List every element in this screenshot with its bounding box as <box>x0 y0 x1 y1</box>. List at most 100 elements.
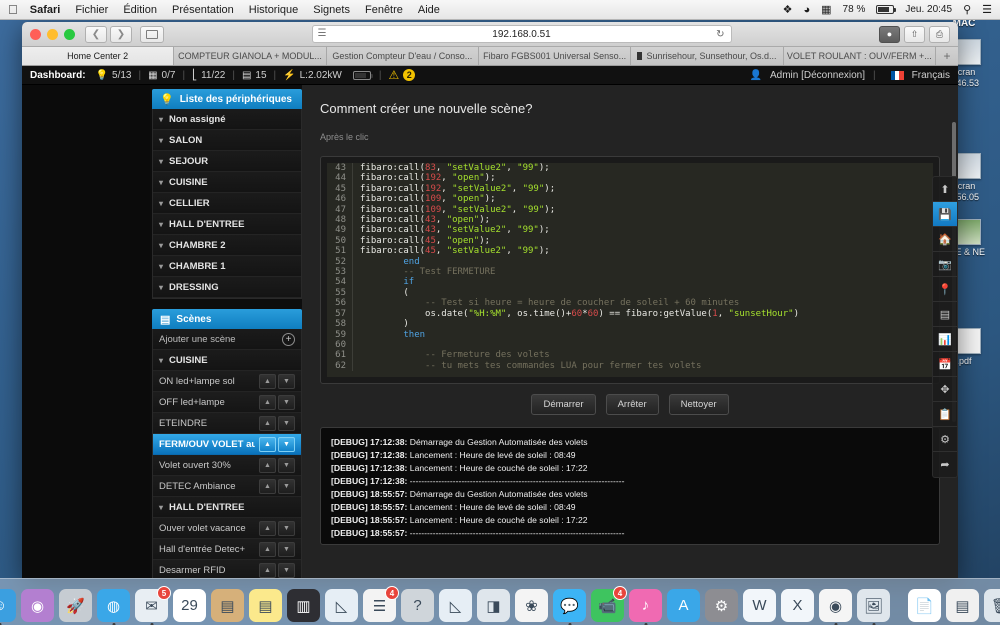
menu-item-edition[interactable]: Édition <box>123 4 157 16</box>
dock-item-document-stack[interactable]: 📄 <box>908 589 941 622</box>
dock-item-preview-doc[interactable]: ◨ <box>477 589 510 622</box>
language-label[interactable]: Français <box>912 70 950 81</box>
scene-row-off-led-lampe[interactable]: OFF led+lampe ▲ ▼ <box>153 392 301 413</box>
dock-item-keynote[interactable]: ◺ <box>325 589 358 622</box>
dock-item-numbers[interactable]: ▥ <box>287 589 320 622</box>
scene-row-volet-ouvert-30[interactable]: Volet ouvert 30% ▲ ▼ <box>153 455 301 476</box>
devices-panel-header[interactable]: 💡 Liste des périphériques <box>152 89 302 109</box>
sidebar-item-cuisine[interactable]: ▾ CUISINE <box>153 172 301 193</box>
dock-item-word[interactable]: W <box>743 589 776 622</box>
arrow-up-icon[interactable]: ▲ <box>259 457 276 473</box>
dock-item-reminders[interactable]: ☰ 4 <box>363 586 399 622</box>
dock-item-facetime[interactable]: 📹 4 <box>591 586 627 622</box>
dock-item-downloads-stack[interactable]: ▤ <box>946 589 979 622</box>
dock-item-messages[interactable]: 💬 <box>553 589 586 625</box>
forward-icon[interactable]: ❯ <box>110 25 132 43</box>
menu-item-fichier[interactable]: Fichier <box>75 4 108 16</box>
arrow-up-icon[interactable]: ▲ <box>259 373 276 389</box>
scene-icon[interactable]: ▤ <box>933 302 957 327</box>
metric-lights[interactable]: 💡 5/13 <box>96 70 132 81</box>
scene-group-hall-entree[interactable]: ▾ HALL D'ENTREE <box>153 497 301 518</box>
clipboard-check-icon[interactable]: 📋 <box>933 402 957 427</box>
menu-item-fenetre[interactable]: Fenêtre <box>365 4 403 16</box>
scene-row-eteindre[interactable]: ETEINDRE ▲ ▼ <box>153 413 301 434</box>
debug-output-panel[interactable]: [DEBUG] 17:12:38: Démarrage du Gestion A… <box>320 427 940 545</box>
arrow-up-icon[interactable]: ▲ <box>259 436 276 452</box>
dropbox-icon[interactable]: ❖ <box>783 3 793 16</box>
dock-item-trash[interactable]: 🗑 <box>984 589 1000 622</box>
arrow-up-icon[interactable]: ▲ <box>259 478 276 494</box>
sidebar-icon[interactable] <box>140 25 164 43</box>
menu-item-presentation[interactable]: Présentation <box>172 4 234 16</box>
lua-code-editor[interactable]: 43 fibaro:call(83, "setValue2", "99"); 44 f… <box>320 156 940 384</box>
metric-scenes[interactable]: ▤ 15 <box>242 70 267 81</box>
plus-circle-icon[interactable]: + <box>282 332 295 346</box>
metric-blinds[interactable]: ▦ 0/7 <box>148 70 175 81</box>
menu-item-aide[interactable]: Aide <box>418 4 440 16</box>
chart-icon[interactable]: 📊 <box>933 327 957 352</box>
share-icon[interactable]: ⇧ <box>904 25 925 43</box>
arrow-up-icon[interactable]: ⬆ <box>933 177 957 202</box>
sidebar-item-hall-entree[interactable]: ▾ HALL D'ENTREE <box>153 214 301 235</box>
sidebar-item-non-assigne[interactable]: ▾ Non assigné <box>153 109 301 130</box>
metric-power[interactable]: ⚡ L:2.02kW <box>283 70 342 81</box>
menu-item-safari[interactable]: Safari <box>30 4 61 16</box>
close-icon[interactable] <box>30 28 41 40</box>
dock-item-system-preferences[interactable]: ⚙ <box>705 589 738 622</box>
dock-item-notes[interactable]: ▤ <box>249 589 282 622</box>
warning-icon[interactable]: ⚠ <box>388 68 399 82</box>
user-label[interactable]: Admin [Déconnexion] <box>770 70 865 81</box>
downloads-icon[interactable]: ● <box>879 25 900 43</box>
calendar-icon[interactable]: 📅 <box>933 352 957 377</box>
dock-item-pages[interactable]: ◺ <box>439 589 472 622</box>
arrow-down-icon[interactable]: ▼ <box>278 478 295 494</box>
stop-button[interactable]: Arrêter <box>605 394 659 415</box>
dock-item-photos[interactable]: ❀ <box>515 589 548 622</box>
scene-row-ouver-volet-vacance[interactable]: Ouver volet vacance ▲ ▼ <box>153 518 301 539</box>
dock-item-siri[interactable]: ◉ <box>21 589 54 622</box>
new-tab-button[interactable]: + <box>936 47 958 65</box>
arrow-up-icon[interactable]: ▲ <box>259 541 276 557</box>
menubar-clock[interactable]: Jeu. 20:45 <box>905 4 952 15</box>
tab-compteur-gianola[interactable]: COMPTEUR GIANOLA + MODUL... <box>174 47 327 65</box>
sidebar-item-salon[interactable]: ▾ SALON <box>153 130 301 151</box>
tab-fibaro-fgbs001[interactable]: Fibaro FGBS001 Universal Senso... <box>479 47 632 65</box>
address-bar[interactable]: ☰ 192.168.0.51 ↻ <box>311 25 732 43</box>
zoom-icon[interactable] <box>64 28 75 40</box>
scene-group-cuisine[interactable]: ▾ CUISINE <box>153 350 301 371</box>
arrow-down-icon[interactable]: ▼ <box>278 394 295 410</box>
arrow-down-icon[interactable]: ▼ <box>278 541 295 557</box>
clear-button[interactable]: Nettoyer <box>668 394 729 415</box>
camera-icon[interactable]: 📷 <box>933 252 957 277</box>
tab-overview-icon[interactable]: ⎙ <box>929 25 950 43</box>
airplay-icon[interactable]: ▦ <box>821 3 831 16</box>
sidebar-item-sejour[interactable]: ▾ SEJOUR <box>153 151 301 172</box>
add-scene-button[interactable]: Ajouter une scène + <box>153 329 301 350</box>
dock-item-dictionary[interactable]: ? <box>401 589 434 622</box>
arrow-down-icon[interactable]: ▼ <box>278 436 295 452</box>
dock-item-contacts[interactable]: ▤ <box>211 589 244 622</box>
dock-item-finder[interactable]: ☺ <box>0 589 16 625</box>
arrow-up-icon[interactable]: ▲ <box>259 520 276 536</box>
scene-row-detec-ambiance[interactable]: DETEC Ambiance ▲ ▼ <box>153 476 301 497</box>
menu-item-signets[interactable]: Signets <box>313 4 350 16</box>
scene-row-desarmer-rfid[interactable]: Desarmer RFID ▲ ▼ <box>153 560 301 578</box>
reader-icon[interactable]: ☰ <box>318 29 327 39</box>
sidebar-item-chambre-2[interactable]: ▾ CHAMBRE 2 <box>153 235 301 256</box>
arrow-up-icon[interactable]: ▲ <box>259 415 276 431</box>
wifi-icon[interactable]: ◕ <box>803 4 810 16</box>
dock-item-excel[interactable]: X <box>781 589 814 622</box>
move-icon[interactable]: ✥ <box>933 377 957 402</box>
dock-item-safari[interactable]: ◍ <box>97 589 130 625</box>
scene-row-hall-entree-detec[interactable]: Hall d'entrée Detec+ ▲ ▼ <box>153 539 301 560</box>
code-area[interactable]: 43 fibaro:call(83, "setValue2", "99"); 44 f… <box>327 163 933 377</box>
search-icon[interactable]: ⚲ <box>963 3 971 16</box>
save-icon[interactable]: 💾 <box>933 202 957 227</box>
apple-icon[interactable]:  <box>8 3 18 16</box>
tab-gestion-compteur-eau[interactable]: Gestion Compteur D'eau / Conso... <box>327 47 479 65</box>
back-icon[interactable]: ❮ <box>85 25 107 43</box>
arrow-down-icon[interactable]: ▼ <box>278 373 295 389</box>
metric-plugs[interactable]: ⎣ 11/22 <box>192 70 225 81</box>
arrow-down-icon[interactable]: ▼ <box>278 415 295 431</box>
reload-icon[interactable]: ↻ <box>716 29 724 40</box>
